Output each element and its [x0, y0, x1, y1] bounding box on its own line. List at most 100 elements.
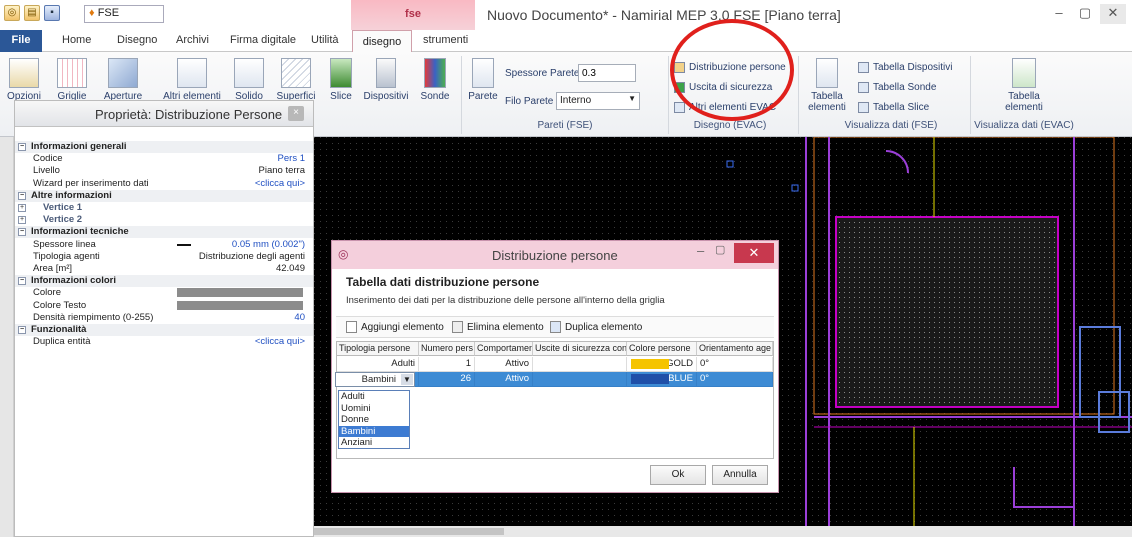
probes-button[interactable]: Sonde — [417, 58, 453, 102]
property-row[interactable]: Area [m²] 42.049 — [15, 263, 313, 275]
openings-button[interactable]: Aperture — [98, 58, 148, 102]
collapse-icon[interactable]: − — [18, 143, 26, 151]
delete-element-button[interactable]: Elimina elemento — [452, 321, 544, 333]
devices-button[interactable]: Dispositivi — [361, 58, 411, 102]
column-header[interactable]: Colore persone — [627, 342, 697, 356]
dialog-maximize-button[interactable]: ▢ — [715, 243, 725, 256]
dropdown-option[interactable]: Uomini — [339, 403, 409, 415]
table-cell[interactable]: 26 — [419, 372, 475, 387]
dropdown-option[interactable]: Anziani — [339, 437, 409, 449]
property-row[interactable]: Colore — [15, 287, 313, 299]
horizontal-scrollbar[interactable] — [314, 526, 1132, 537]
cancel-button[interactable]: Annulla — [712, 465, 768, 485]
collapse-icon[interactable]: − — [18, 191, 26, 200]
solid-button[interactable]: Solido — [229, 58, 269, 102]
device-table-button[interactable]: Tabella Dispositivi — [858, 62, 952, 73]
collapse-icon[interactable]: − — [18, 326, 26, 334]
property-category[interactable]: − Informazioni generali — [15, 141, 313, 153]
probe-table-button[interactable]: Tabella Sonde — [858, 82, 936, 93]
minimize-button[interactable]: – — [1046, 4, 1072, 24]
collapse-icon[interactable]: − — [18, 277, 26, 286]
document-type-combo[interactable]: ♦ FSE — [84, 5, 164, 23]
property-value[interactable]: <clicca qui> — [255, 336, 305, 348]
property-category[interactable]: − Funzionalità — [15, 324, 313, 336]
tab-home[interactable]: Home — [62, 34, 91, 46]
property-row[interactable]: Spessore linea 0.05 mm (0.002") — [15, 239, 313, 251]
maximize-button[interactable]: ▢ — [1072, 4, 1098, 24]
app-logo-icon[interactable]: ◎ — [4, 5, 20, 21]
panel-close-icon[interactable]: × — [288, 106, 304, 121]
property-category[interactable]: − Informazioni tecniche — [15, 226, 313, 239]
dropdown-option[interactable]: Donne — [339, 414, 409, 426]
wall-thickness-input[interactable] — [578, 64, 636, 82]
property-key: Livello — [33, 165, 60, 177]
tab-file[interactable]: File — [0, 30, 42, 52]
property-row[interactable]: + Vertice 1 — [15, 202, 313, 214]
tab-archivi[interactable]: Archivi — [176, 34, 209, 46]
tab-utilita[interactable]: Utilità — [311, 34, 339, 46]
column-header[interactable]: Tipologia persone — [337, 342, 419, 356]
tab-disegno-context[interactable]: disegno — [352, 30, 412, 53]
table-cell[interactable]: 0° — [697, 372, 773, 387]
color-swatch[interactable] — [177, 300, 303, 310]
element-table-evac-button[interactable]: Tabella elementi — [998, 58, 1050, 113]
property-row[interactable]: Tipologia agenti Distribuzione degli agen… — [15, 251, 313, 263]
element-table-button[interactable]: Tabella elementi — [802, 58, 852, 113]
table-cell[interactable]: GOLD — [627, 357, 697, 372]
color-swatch[interactable] — [177, 288, 303, 298]
add-element-button[interactable]: Aggiungi elemento — [346, 321, 444, 333]
property-category[interactable]: − Altre informazioni — [15, 189, 313, 202]
table-cell[interactable]: 0° — [697, 357, 773, 372]
duplicate-element-button[interactable]: Duplica elemento — [550, 321, 642, 333]
property-row[interactable]: Duplica entità <clicca qui> — [15, 336, 313, 348]
wall-button[interactable]: Parete — [466, 58, 500, 102]
property-value[interactable]: 40 — [294, 312, 305, 324]
tab-disegno[interactable]: Disegno — [117, 34, 157, 46]
wall-alignment-select[interactable]: Interno ▼ — [556, 92, 640, 110]
dialog-minimize-button[interactable]: – — [697, 243, 704, 258]
property-row[interactable]: Codice Pers 1 — [15, 153, 313, 165]
slice-table-button[interactable]: Tabella Slice — [858, 102, 929, 113]
property-value[interactable]: <clicca qui> — [255, 178, 305, 190]
tab-strumenti[interactable]: strumenti — [423, 34, 468, 46]
property-row[interactable]: Colore Testo — [15, 300, 313, 312]
surfaces-button[interactable]: Superfici — [273, 58, 319, 102]
ok-button[interactable]: Ok — [650, 465, 706, 485]
table-cell[interactable]: BLUE — [627, 372, 697, 387]
column-header[interactable]: Comportamen — [475, 342, 533, 356]
dropdown-option[interactable]: Adulti — [339, 391, 409, 403]
property-row[interactable]: Densità riempimento (0-255) 40 — [15, 312, 313, 324]
open-folder-icon[interactable]: ▤ — [24, 5, 40, 21]
table-cell[interactable] — [533, 372, 627, 387]
property-row[interactable]: + Vertice 2 — [15, 214, 313, 226]
slice-button[interactable]: Slice — [326, 58, 356, 102]
table-cell[interactable]: Attivo — [475, 372, 533, 387]
column-header[interactable]: Numero pers — [419, 342, 475, 356]
dialog-close-button[interactable]: ✕ — [734, 243, 774, 263]
table-cell[interactable]: Attivo — [475, 357, 533, 372]
tab-firma-digitale[interactable]: Firma digitale — [230, 34, 296, 46]
save-icon[interactable]: ▪ — [44, 5, 60, 21]
dropdown-option[interactable]: Bambini — [339, 425, 409, 437]
expand-icon[interactable]: + — [18, 216, 26, 225]
cell-text: GOLD — [666, 358, 693, 369]
property-value[interactable]: Pers 1 — [278, 153, 305, 165]
expand-icon[interactable]: + — [18, 204, 26, 212]
options-button[interactable]: Opzioni — [5, 58, 43, 102]
collapse-icon[interactable]: − — [18, 228, 26, 237]
column-header[interactable]: Orientamento age — [697, 342, 773, 356]
column-header[interactable]: Uscite di sicurezza con — [533, 342, 627, 356]
table-cell[interactable] — [533, 357, 627, 372]
chevron-down-icon[interactable]: ▼ — [401, 374, 413, 385]
other-elements-button[interactable]: Altri elementi — [160, 58, 224, 102]
scrollbar-thumb[interactable] — [314, 528, 504, 535]
property-value[interactable]: 0.05 mm (0.002") — [232, 239, 305, 251]
table-row[interactable]: Adulti 1 Attivo GOLD 0° — [337, 357, 773, 372]
table-cell[interactable]: 1 — [419, 357, 475, 372]
property-category[interactable]: − Informazioni colori — [15, 275, 313, 288]
grid-button[interactable]: Griglie — [52, 58, 92, 102]
property-row[interactable]: Livello Piano terra — [15, 165, 313, 177]
table-cell[interactable]: Adulti — [337, 357, 419, 372]
property-row[interactable]: Wizard per inserimento dati <clicca qui> — [15, 178, 313, 190]
close-window-button[interactable]: ✕ — [1100, 4, 1126, 24]
